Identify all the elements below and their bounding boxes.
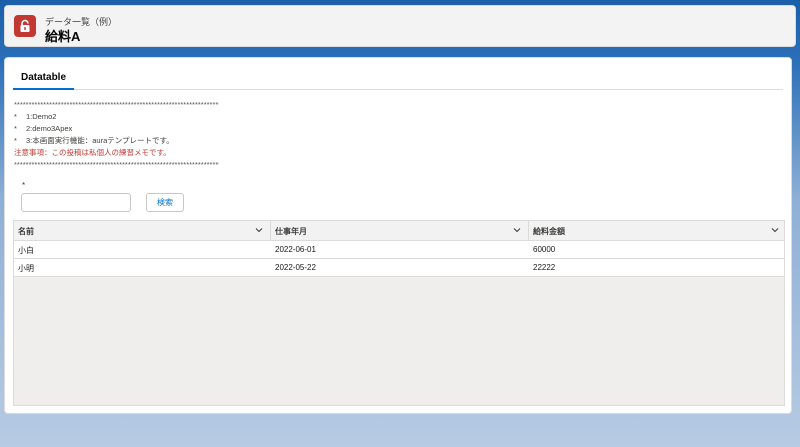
cell-work-month: 2022-06-01 [275, 245, 316, 254]
tab-bar: Datatable [13, 68, 783, 90]
lock-icon [14, 15, 36, 37]
page-title: 給料A [45, 29, 81, 44]
cell-name: 小白 [18, 246, 34, 255]
note-item: * 3:本画面実行機能：auraテンプレートです。 [14, 136, 174, 145]
cell-name: 小明 [18, 264, 34, 273]
chevron-down-icon[interactable] [254, 225, 264, 235]
cell-work-month: 2022-05-22 [275, 263, 316, 272]
warning-text: 注意事項：この投稿は私個人の練習メモです。 [14, 148, 171, 157]
page-header: データ一覧（例） 給料A [4, 5, 796, 47]
separator-line: ****************************************… [14, 160, 219, 169]
datatable: 名前 仕事年月 給料金額 小白 2022-06-01 60000 小明 2022… [13, 220, 785, 406]
column-header-name[interactable]: 名前 [14, 221, 271, 241]
column-header-salary[interactable]: 給料金額 [529, 221, 786, 241]
table-row[interactable]: 小明 2022-05-22 22222 [14, 259, 784, 277]
separator-line: ****************************************… [14, 100, 219, 109]
table-header: 名前 仕事年月 給料金額 [14, 221, 784, 241]
note-item: * 2:demo3Apex [14, 124, 73, 133]
chevron-down-icon[interactable] [512, 225, 522, 235]
note-item: * 1:Demo2 [14, 112, 57, 121]
cell-salary: 60000 [533, 245, 556, 254]
tab-datatable[interactable]: Datatable [13, 68, 75, 90]
required-mark: * [22, 181, 26, 190]
main-card: Datatable ******************************… [4, 57, 792, 414]
search-input[interactable] [21, 193, 131, 212]
chevron-down-icon[interactable] [770, 225, 780, 235]
cell-salary: 22222 [533, 263, 556, 272]
search-button[interactable]: 検索 [146, 193, 184, 212]
column-header-work-month[interactable]: 仕事年月 [271, 221, 529, 241]
notes-block: ****************************************… [14, 99, 219, 171]
table-row[interactable]: 小白 2022-06-01 60000 [14, 241, 784, 259]
